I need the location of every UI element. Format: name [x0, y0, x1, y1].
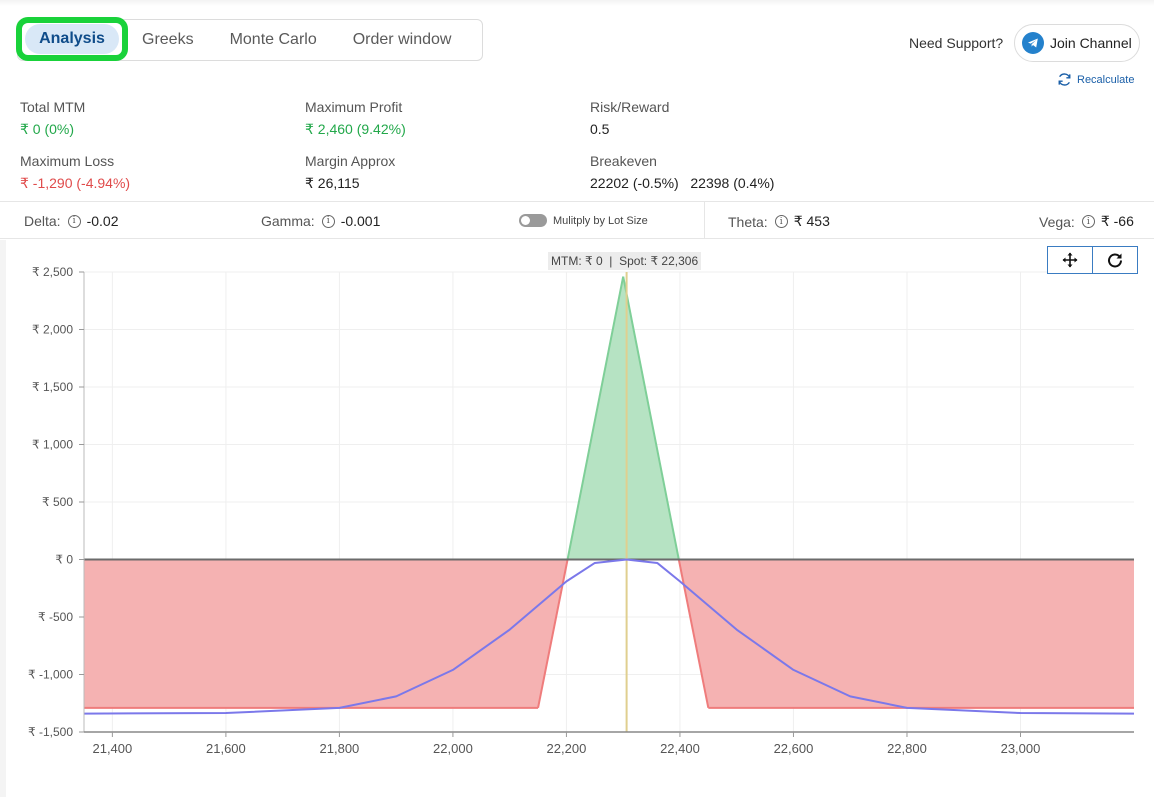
theta-readout: Theta: i ₹ 453 — [728, 213, 830, 230]
vega-value: ₹ -66 — [1100, 213, 1134, 229]
margin-label: Margin Approx — [305, 153, 396, 169]
breakeven-label: Breakeven — [590, 153, 657, 169]
gamma-value: -0.001 — [340, 213, 381, 229]
tab-analysis[interactable]: Analysis — [16, 17, 128, 61]
y-tick-label: ₹ -1,500 — [28, 725, 73, 739]
vega-readout: Vega: i ₹ -66 — [1039, 213, 1134, 230]
telegram-icon — [1022, 32, 1044, 54]
x-tick-label: 21,400 — [92, 741, 132, 756]
x-tick-label: 23,000 — [1001, 741, 1041, 756]
refresh-icon — [1058, 73, 1071, 86]
vega-label: Vega: — [1039, 213, 1075, 230]
y-tick-label: ₹ 0 — [55, 553, 73, 567]
reset-icon — [1108, 253, 1122, 268]
info-icon[interactable]: i — [774, 215, 788, 228]
toggle-switch[interactable] — [519, 214, 547, 227]
y-tick-label: ₹ 1,500 — [32, 380, 73, 394]
x-tick-label: 22,400 — [660, 741, 700, 756]
x-tick-label: 22,000 — [433, 741, 473, 756]
reset-zoom-button[interactable] — [1092, 246, 1138, 274]
delta-value: -0.02 — [86, 213, 119, 229]
margin-value: ₹ 26,115 — [305, 175, 360, 191]
x-tick-label: 22,600 — [774, 741, 814, 756]
payoff-chart-svg[interactable]: ₹ 2,500 ₹ 2,000 ₹ 1,500 ₹ 1,000 ₹ 500 ₹ 0 ₹ -5… — [6, 240, 1154, 797]
info-icon[interactable]: i — [67, 214, 81, 228]
total-mtm-value: ₹ 0 (0%) — [20, 121, 75, 137]
gamma-readout: Gamma: i -0.001 — [261, 213, 380, 229]
join-channel-button[interactable]: Join Channel — [1014, 24, 1140, 62]
max-profit-value: ₹ 2,460 (9.42%) — [305, 121, 406, 137]
max-loss-label: Maximum Loss — [20, 153, 115, 169]
x-tick-label: 21,600 — [206, 741, 246, 756]
risk-reward-value: 0.5 — [590, 121, 610, 137]
hover-readout: MTM: ₹ 0 | Spot: ₹ 22,306 — [548, 252, 702, 270]
x-tick-label: 21,800 — [320, 741, 360, 756]
total-mtm-label: Total MTM — [20, 99, 86, 115]
lot-size-toggle-label: Mulitply by Lot Size — [553, 214, 648, 227]
info-icon[interactable]: i — [321, 214, 335, 228]
delta-readout: Delta: i -0.02 — [24, 213, 119, 229]
max-loss-value: ₹ -1,290 (-4.94%) — [20, 175, 131, 191]
theta-label: Theta: — [728, 213, 768, 230]
y-tick-label: ₹ -1,000 — [28, 668, 73, 682]
recalculate-button[interactable]: Recalculate — [1057, 72, 1134, 87]
need-support-label: Need Support? — [909, 35, 1004, 51]
tab-monte-carlo[interactable]: Monte Carlo — [212, 20, 335, 60]
pan-button[interactable] — [1047, 246, 1093, 274]
tab-greeks[interactable]: Greeks — [130, 20, 212, 60]
breakeven-value: 22202 (-0.5%) 22398 (0.4%) — [590, 175, 775, 191]
tab-analysis-label: Analysis — [25, 24, 119, 54]
delta-label: Delta: — [24, 213, 61, 229]
move-icon — [1062, 252, 1078, 268]
tab-bar: Analysis Greeks Monte Carlo Order window — [16, 17, 483, 61]
divider — [704, 202, 705, 238]
x-tick-label: 22,200 — [547, 741, 587, 756]
y-tick-label: ₹ 500 — [42, 495, 73, 509]
gamma-label: Gamma: — [261, 213, 315, 229]
y-tick-label: ₹ 2,500 — [32, 265, 73, 279]
y-tick-label: ₹ -500 — [38, 610, 73, 624]
lot-size-toggle[interactable]: Mulitply by Lot Size — [519, 214, 648, 227]
top-shadow — [0, 0, 1154, 6]
recalculate-label: Recalculate — [1077, 73, 1135, 86]
risk-reward-label: Risk/Reward — [590, 99, 670, 115]
loss-area — [84, 559, 1134, 708]
profit-area — [567, 276, 679, 560]
payoff-chart: ₹ 2,500 ₹ 2,000 ₹ 1,500 ₹ 1,000 ₹ 500 ₹ 0 ₹ -5… — [0, 240, 1154, 797]
y-tick-label: ₹ 2,000 — [32, 323, 73, 337]
max-profit-label: Maximum Profit — [305, 99, 403, 115]
theta-value: ₹ 453 — [793, 213, 830, 229]
tab-order-window[interactable]: Order window — [335, 20, 470, 60]
join-channel-label: Join Channel — [1050, 35, 1132, 51]
greeks-bar: Delta: i -0.02 Gamma: i -0.001 Mulitply … — [0, 201, 1154, 239]
info-icon[interactable]: i — [1081, 215, 1095, 228]
y-tick-label: ₹ 1,000 — [32, 438, 73, 452]
x-tick-label: 22,800 — [887, 741, 927, 756]
